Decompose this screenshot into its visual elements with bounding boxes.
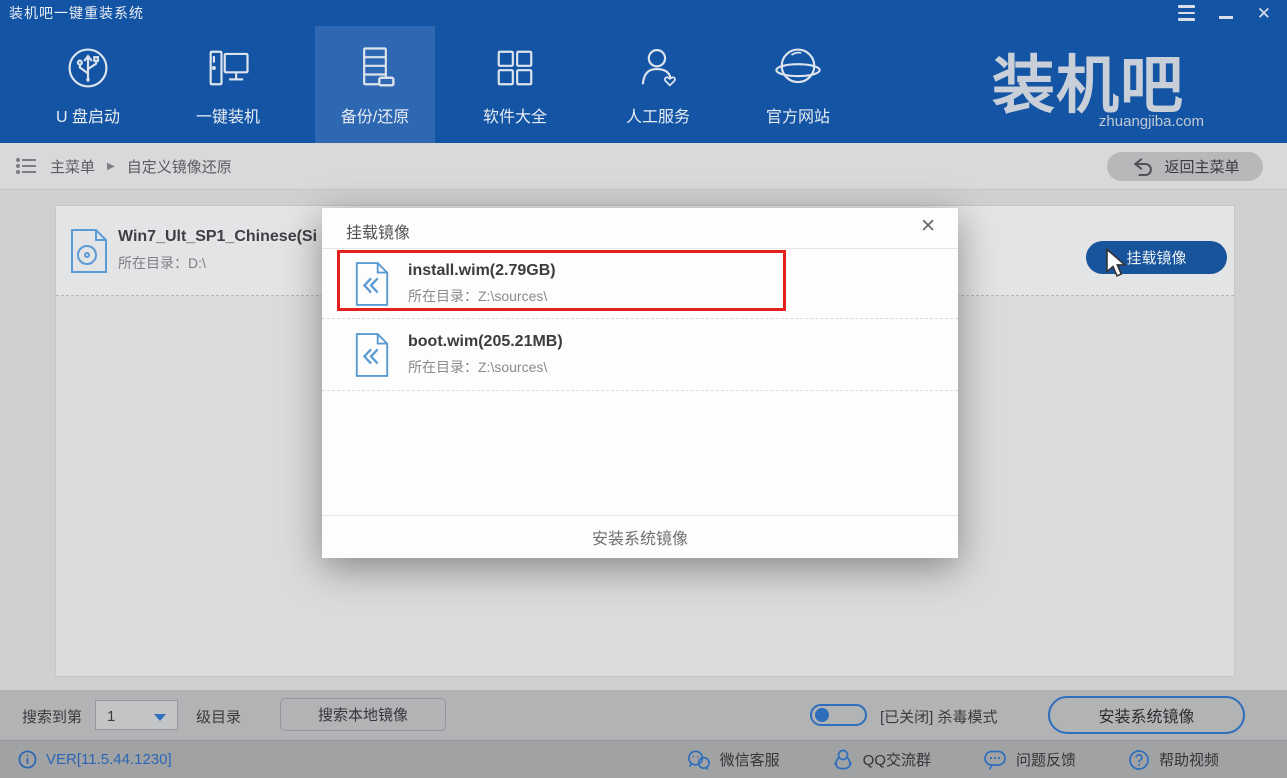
close-window-button[interactable]: ✕ bbox=[1257, 5, 1271, 22]
footer-link-wechat-support[interactable]: 微信客服 bbox=[686, 749, 780, 771]
window-title: 装机吧一键重装系统 bbox=[0, 3, 144, 23]
bottom-toolbar: 搜索到第 1 级目录 搜索本地镜像 [已关闭] 杀毒模式 安装系统镜像 bbox=[0, 690, 1287, 740]
usb-icon bbox=[62, 42, 114, 94]
menu-list-icon bbox=[16, 157, 38, 175]
back-to-main-menu-button[interactable]: 返回主菜单 bbox=[1107, 152, 1263, 181]
chevron-down-icon bbox=[154, 714, 166, 721]
wim-file-directory: 所在目录：Z:\sources\ bbox=[408, 286, 556, 306]
breadcrumb-root[interactable]: 主菜单 bbox=[50, 156, 95, 177]
search-depth-dropdown[interactable]: 1 bbox=[95, 700, 178, 730]
modal-close-icon[interactable]: ✕ bbox=[920, 217, 936, 236]
logo-text: 装机吧 bbox=[958, 52, 1218, 121]
search-depth-prefix-label: 搜索到第 bbox=[22, 706, 82, 727]
wim-file-icon bbox=[353, 261, 391, 307]
search-depth-value: 1 bbox=[107, 708, 115, 725]
antivirus-mode-label: [已关闭] 杀毒模式 bbox=[880, 706, 998, 727]
footer-link-feedback[interactable]: 问题反馈 bbox=[983, 749, 1076, 771]
modal-header: 挂载镜像 ✕ bbox=[322, 208, 958, 249]
nav-label: 人工服务 bbox=[626, 103, 690, 127]
nav-label: U 盘启动 bbox=[56, 103, 120, 127]
wim-file-item-install[interactable]: install.wim(2.79GB) 所在目录：Z:\sources\ bbox=[322, 249, 958, 319]
nav-label: 官方网站 bbox=[766, 103, 830, 127]
mount-image-button[interactable]: 挂载镜像 bbox=[1086, 241, 1227, 274]
back-button-label: 返回主菜单 bbox=[1164, 156, 1239, 177]
computer-icon bbox=[202, 42, 254, 94]
image-title: Win7_Ult_SP1_Chinese(Si bbox=[118, 228, 317, 246]
breadcrumb-bar: 主菜单 ▶ 自定义镜像还原 返回主菜单 bbox=[0, 143, 1287, 190]
version-label: VER[11.5.44.1230] bbox=[46, 751, 172, 768]
mount-image-modal: 挂载镜像 ✕ install.wim(2.79GB) 所在目录：Z:\sourc… bbox=[322, 208, 958, 558]
wim-file-directory: 所在目录：Z:\sources\ bbox=[408, 357, 563, 377]
nav-item-software-library[interactable]: 软件大全 bbox=[455, 26, 575, 143]
status-footer: VER[11.5.44.1230] 微信客服 bbox=[0, 740, 1287, 778]
main-navbar: U 盘启动 一键装机 备份/还原 bbox=[0, 26, 1287, 143]
footer-link-label: QQ交流群 bbox=[863, 749, 931, 770]
feedback-bubble-icon bbox=[983, 749, 1007, 771]
footer-link-help-video[interactable]: 帮助视频 bbox=[1128, 749, 1219, 771]
nav-item-official-website[interactable]: 官方网站 bbox=[738, 26, 858, 143]
wim-file-name: boot.wim(205.21MB) bbox=[408, 333, 563, 351]
wim-file-item-boot[interactable]: boot.wim(205.21MB) 所在目录：Z:\sources\ bbox=[322, 320, 958, 391]
footer-link-label: 帮助视频 bbox=[1159, 749, 1219, 770]
breadcrumb-current: 自定义镜像还原 bbox=[127, 156, 232, 177]
qq-icon bbox=[832, 749, 854, 771]
image-directory: 所在目录：D:\ bbox=[118, 253, 317, 273]
toggle-knob bbox=[815, 708, 829, 722]
support-person-icon bbox=[632, 42, 684, 94]
nav-item-one-key-install[interactable]: 一键装机 bbox=[168, 26, 288, 143]
hamburger-menu-icon[interactable] bbox=[1178, 3, 1195, 23]
install-system-image-action[interactable]: 安装系统镜像 bbox=[322, 515, 958, 558]
footer-link-label: 问题反馈 bbox=[1016, 749, 1076, 770]
wim-file-icon bbox=[353, 332, 391, 378]
globe-icon bbox=[772, 42, 824, 94]
nav-label: 一键装机 bbox=[196, 103, 260, 127]
wechat-icon bbox=[686, 749, 711, 771]
brand-logo: 装机吧 zhuangjiba.com bbox=[958, 52, 1218, 130]
nav-label: 备份/还原 bbox=[341, 103, 409, 127]
minimize-button[interactable] bbox=[1219, 8, 1233, 19]
wim-file-name: install.wim(2.79GB) bbox=[408, 262, 556, 280]
modal-footer-label: 安装系统镜像 bbox=[592, 525, 688, 549]
modal-title: 挂载镜像 bbox=[346, 219, 410, 243]
nav-item-usb-boot[interactable]: U 盘启动 bbox=[28, 26, 148, 143]
apps-grid-icon bbox=[489, 42, 541, 94]
install-system-image-button[interactable]: 安装系统镜像 bbox=[1048, 696, 1245, 734]
nav-label: 软件大全 bbox=[483, 103, 547, 127]
breadcrumb-caret-icon: ▶ bbox=[107, 161, 115, 172]
disc-image-file-icon bbox=[69, 228, 109, 274]
info-icon bbox=[18, 750, 37, 769]
footer-link-qq-group[interactable]: QQ交流群 bbox=[832, 749, 931, 771]
nav-item-human-service[interactable]: 人工服务 bbox=[598, 26, 718, 143]
app-window: 装机吧一键重装系统 ✕ U 盘启动 bbox=[0, 0, 1287, 778]
titlebar: 装机吧一键重装系统 ✕ bbox=[0, 0, 1287, 26]
help-circle-icon bbox=[1128, 749, 1150, 771]
search-depth-suffix-label: 级目录 bbox=[196, 706, 241, 727]
antivirus-mode-toggle[interactable] bbox=[810, 704, 867, 726]
nav-item-backup-restore[interactable]: 备份/还原 bbox=[315, 26, 435, 143]
breadcrumb: 主菜单 ▶ 自定义镜像还原 bbox=[16, 143, 232, 189]
footer-link-label: 微信客服 bbox=[720, 749, 780, 770]
backup-restore-icon bbox=[349, 42, 401, 94]
search-local-images-button[interactable]: 搜索本地镜像 bbox=[280, 698, 446, 731]
back-arrow-icon bbox=[1130, 156, 1154, 178]
